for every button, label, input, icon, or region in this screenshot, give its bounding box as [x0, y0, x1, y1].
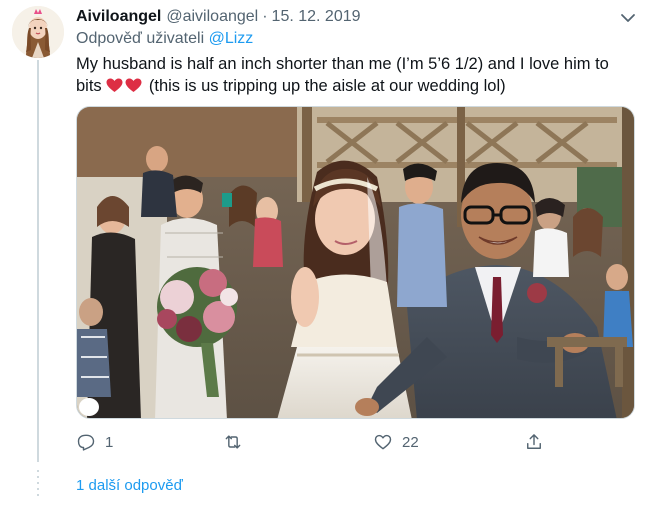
retweet-icon [225, 435, 241, 449]
reply-button[interactable]: 1 [76, 430, 113, 454]
show-more-replies-link[interactable]: 1 další odpověď [76, 477, 183, 494]
tweet-text-part2: (this is us tripping up the aisle at our… [148, 77, 506, 95]
thread-dotted-line [37, 470, 39, 496]
red-heart-emoji-icon [106, 77, 123, 92]
separator: · [262, 8, 268, 25]
reply-count: 1 [105, 433, 114, 451]
mention-link[interactable]: @Lizz [209, 30, 254, 47]
avatar[interactable] [12, 6, 64, 58]
wedding-photo-image [77, 107, 634, 418]
replying-to: Odpověď uživateli @Lizz [76, 30, 253, 48]
tweet-actions: 1 22 [76, 430, 556, 454]
like-count: 22 [402, 433, 419, 451]
display-name[interactable]: Aiviloangel [76, 8, 161, 26]
red-heart-emoji-icon [125, 77, 142, 92]
tweet-photo[interactable] [76, 106, 635, 419]
heart-icon [374, 434, 392, 450]
reply-icon [77, 434, 95, 451]
more-options-chevron-icon[interactable] [618, 10, 638, 26]
replying-label: Odpověď uživateli [76, 30, 205, 47]
user-handle[interactable]: @aiviloangel [166, 8, 258, 26]
like-button[interactable]: 22 [373, 430, 419, 454]
tweet-date[interactable]: 15. 12. 2019 [272, 8, 361, 26]
retweet-button[interactable] [223, 430, 252, 454]
share-button[interactable] [524, 430, 544, 454]
share-icon [527, 434, 541, 449]
tweet-header: Aiviloangel @aiviloangel · 15. 12. 2019 [76, 6, 361, 28]
tweet-text: My husband is half an inch shorter than … [76, 53, 632, 97]
thread-line [37, 60, 39, 462]
